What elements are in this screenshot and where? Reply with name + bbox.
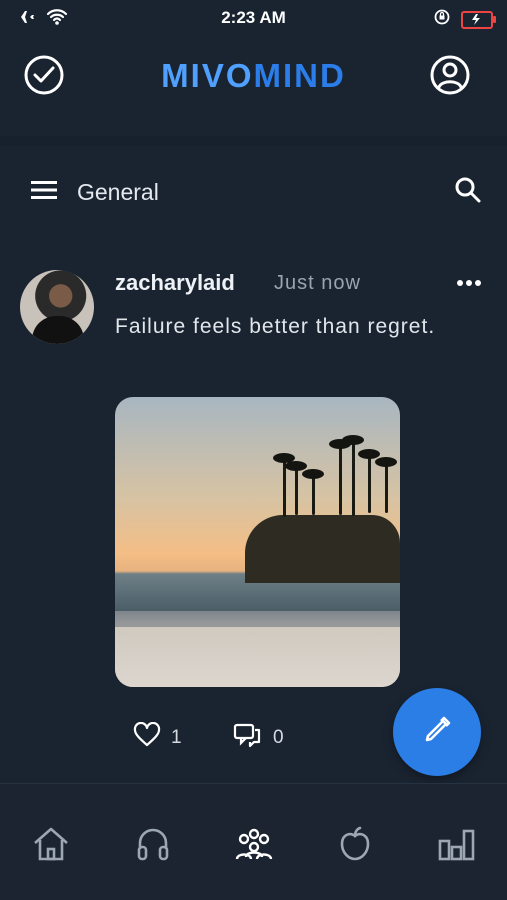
photo-shore [115, 627, 400, 687]
palm-tree [339, 445, 342, 515]
brand-suffix: MIND [253, 57, 346, 94]
palm-tree [352, 440, 355, 516]
status-right [433, 8, 496, 31]
avatar[interactable] [20, 270, 94, 344]
search-icon [454, 176, 482, 209]
community-icon [232, 825, 276, 868]
apple-icon [336, 825, 374, 868]
nav-home[interactable] [27, 822, 75, 870]
palm-tree [295, 467, 298, 515]
pencil-icon [420, 713, 454, 752]
palm-leaves [358, 449, 380, 459]
post-text: Failure feels better than regret. [115, 315, 436, 338]
menu-icon [29, 178, 59, 207]
nav-community[interactable] [230, 822, 278, 870]
nav-stats[interactable] [432, 822, 480, 870]
post-username[interactable]: zacharylaid [115, 270, 235, 296]
palm-tree [385, 463, 388, 513]
palm-leaves [342, 435, 364, 445]
status-time: 2:23 AM [221, 8, 286, 27]
palm-tree [312, 475, 315, 515]
profile-icon [429, 54, 471, 101]
headphones-icon [134, 825, 172, 868]
palm-leaves [375, 457, 397, 467]
menu-button[interactable] [22, 170, 66, 214]
post-actions: 1 0 [133, 721, 313, 753]
search-button[interactable] [446, 170, 490, 214]
post-photo[interactable] [115, 397, 400, 687]
palm-leaves [302, 469, 324, 479]
status-bar: 2:23 AM [0, 0, 507, 36]
more-icon [456, 274, 482, 291]
profile-button[interactable] [428, 55, 472, 99]
compose-fab[interactable] [393, 688, 481, 776]
feed-subheader: General [0, 160, 507, 224]
like-button[interactable]: 1 [133, 721, 182, 753]
feed-title: General [77, 179, 159, 205]
comment-icon [233, 722, 263, 753]
brand-prefix: MIVO [161, 57, 254, 94]
orientation-lock-icon [433, 8, 451, 31]
like-count: 1 [171, 726, 182, 748]
post-timestamp: Just now [274, 272, 361, 294]
home-icon [31, 825, 71, 868]
more-button[interactable] [456, 274, 482, 292]
photo-cliff [245, 515, 400, 583]
app-bar-divider [0, 136, 507, 146]
palm-leaves [285, 461, 307, 471]
heart-icon [133, 721, 161, 753]
stats-icon [436, 825, 476, 868]
nav-audio[interactable] [129, 822, 177, 870]
nav-nutrition[interactable] [331, 822, 379, 870]
comment-count: 0 [273, 726, 284, 748]
bottom-navigation [0, 784, 507, 900]
battery-icon [461, 10, 496, 29]
avatar-shirt [32, 316, 84, 344]
palm-tree [368, 455, 371, 513]
comment-button[interactable]: 0 [233, 722, 284, 753]
